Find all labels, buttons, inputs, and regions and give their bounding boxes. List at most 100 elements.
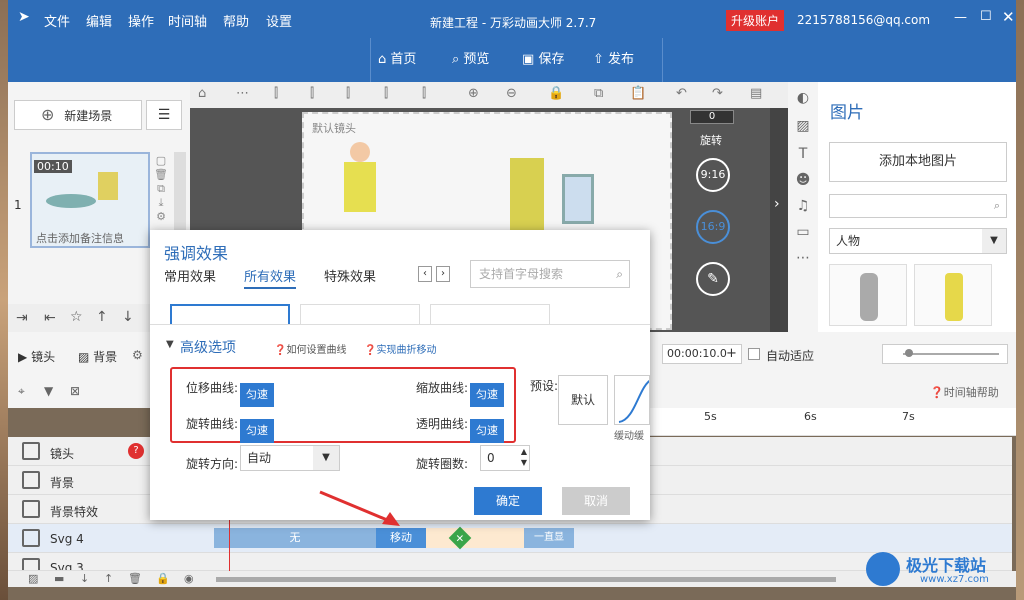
save-button[interactable]: ▣ 保存: [522, 48, 564, 67]
character-icon[interactable]: ☻: [788, 172, 818, 188]
image-search-input[interactable]: ⌕: [829, 194, 1007, 218]
effect-item-2[interactable]: [300, 304, 420, 326]
delete-icon[interactable]: 🗑: [128, 572, 142, 585]
paste-icon[interactable]: 📋: [630, 86, 646, 101]
export-timeline-icon[interactable]: ⊠: [70, 384, 80, 398]
rotate-direction-select[interactable]: 自动 ▼: [240, 445, 340, 471]
curve-help-link[interactable]: ❓如何设置曲线: [274, 341, 346, 356]
character-thumb-2[interactable]: [914, 264, 992, 326]
align-right-icon[interactable]: ⫿: [346, 86, 350, 101]
image-add-icon[interactable]: ▨: [28, 572, 38, 585]
redo-icon[interactable]: ↷: [712, 86, 723, 101]
rotate-value[interactable]: 0: [690, 110, 734, 124]
move-up-icon[interactable]: ↑: [104, 572, 113, 585]
image-icon[interactable]: ▨: [788, 118, 818, 134]
zoom-out-icon[interactable]: ⊖: [506, 86, 517, 101]
zigzag-help-link[interactable]: ❓实现曲折移动: [364, 341, 436, 356]
effect-item-1[interactable]: [170, 304, 290, 326]
add-local-image-button[interactable]: 添加本地图片: [829, 142, 1007, 182]
rotate-curve-button[interactable]: 匀速: [240, 419, 274, 443]
menu-action[interactable]: 操作: [128, 11, 154, 30]
import-icon[interactable]: ⇥: [16, 310, 28, 326]
star-icon[interactable]: ☆: [70, 309, 83, 325]
new-scene-button[interactable]: ⊕ 新建场景: [14, 100, 142, 130]
move-curve-button[interactable]: 匀速: [240, 383, 274, 407]
add-time-icon[interactable]: +: [726, 346, 737, 361]
opacity-curve-button[interactable]: 匀速: [470, 419, 504, 443]
menu-help[interactable]: 帮助: [223, 11, 249, 30]
warning-icon[interactable]: ?: [128, 443, 144, 459]
maximize-icon[interactable]: ☐: [980, 9, 992, 24]
tab-prev-icon[interactable]: ‹: [418, 266, 432, 282]
scene-thumbnail[interactable]: 00:10 点击添加备注信息: [30, 152, 150, 248]
up-arrow-icon[interactable]: ↑: [96, 309, 108, 325]
effect-search-input[interactable]: 支持首字母搜索 ⌕: [470, 260, 630, 288]
effect-tab-icon[interactable]: ⚙: [132, 348, 143, 362]
scene-actions[interactable]: ▢ 🗑 ⧉ ⤓ ⚙: [154, 154, 168, 234]
edit-icon[interactable]: ✎: [696, 262, 730, 296]
close-icon[interactable]: ✕: [1002, 8, 1015, 26]
background-tab[interactable]: ▨ 背景: [78, 348, 117, 365]
export-icon[interactable]: ⇤: [44, 310, 56, 326]
align-center-icon[interactable]: ⫿: [310, 86, 314, 101]
more-icon[interactable]: ⋯: [236, 86, 249, 101]
preset-ease[interactable]: [614, 375, 650, 425]
ok-button[interactable]: 确定: [474, 487, 542, 515]
menu-timeline[interactable]: 时间轴: [168, 11, 207, 30]
menu-file[interactable]: 文件: [44, 11, 70, 30]
home-button[interactable]: ⌂ 首页: [378, 48, 416, 67]
scene-note[interactable]: 点击添加备注信息: [36, 230, 124, 246]
copy-icon[interactable]: ⧉: [594, 86, 603, 101]
undo-icon[interactable]: ↶: [676, 86, 687, 101]
ratio-16-9-button[interactable]: 16:9: [696, 210, 730, 244]
tab-next-icon[interactable]: ›: [436, 266, 450, 282]
character-head[interactable]: [350, 142, 370, 162]
locate-icon[interactable]: ⌖: [18, 384, 25, 399]
more-options-icon[interactable]: ⋯: [788, 250, 818, 266]
lock-layer-icon[interactable]: 🔒: [156, 572, 170, 585]
collapse-triangle-icon[interactable]: ▼: [166, 339, 174, 350]
window[interactable]: [562, 174, 594, 224]
move-down-icon[interactable]: ↓: [80, 572, 89, 585]
zoom-in-icon[interactable]: ⊕: [468, 86, 479, 101]
tab-all-effects[interactable]: 所有效果: [244, 266, 297, 289]
stepper-icon[interactable]: ▲ ▼: [521, 446, 527, 468]
user-email[interactable]: 2215788156@qq.com: [797, 13, 930, 27]
zoom-slider[interactable]: [882, 344, 1008, 364]
shape-icon[interactable]: ◐: [788, 90, 818, 106]
folder-icon[interactable]: ▬: [54, 572, 64, 585]
canvas-settings-icon[interactable]: ▤: [750, 86, 762, 101]
collapse-panel[interactable]: ›: [770, 108, 788, 332]
filter-icon[interactable]: ▼: [44, 384, 53, 398]
text-icon[interactable]: T: [788, 146, 818, 162]
publish-button[interactable]: ⇧ 发布: [593, 48, 634, 67]
align-top-icon[interactable]: ⫿: [384, 86, 388, 101]
character-thumb-1[interactable]: [829, 264, 907, 326]
upgrade-button[interactable]: 升级账户: [726, 10, 785, 31]
playhead[interactable]: [229, 520, 230, 572]
camera-tab[interactable]: ▶ 镜头: [18, 348, 55, 365]
minimize-icon[interactable]: —: [954, 10, 967, 25]
timeline-help-link[interactable]: ❓时间轴帮助: [930, 384, 999, 400]
curtain[interactable]: [510, 158, 544, 238]
character-body[interactable]: [344, 162, 376, 212]
visibility-icon[interactable]: ◉: [184, 572, 194, 585]
distribute-icon[interactable]: ⫿: [422, 86, 426, 101]
preview-button[interactable]: ⌕ 预览: [452, 48, 489, 67]
music-icon[interactable]: ♫: [788, 198, 818, 214]
scale-curve-button[interactable]: 匀速: [470, 383, 504, 407]
cancel-button[interactable]: 取消: [562, 487, 630, 515]
ratio-9-16-button[interactable]: 9:16: [696, 158, 730, 192]
effect-item-3[interactable]: [430, 304, 550, 326]
add-keyframe-icon[interactable]: +: [448, 526, 472, 550]
category-select[interactable]: 人物 ▼: [829, 228, 1007, 254]
bar-always-show[interactable]: 一直显: [524, 528, 574, 548]
tab-special-effects[interactable]: 特殊效果: [324, 266, 376, 285]
rotate-turns-input[interactable]: 0 ▲ ▼: [480, 445, 530, 471]
down-arrow-icon[interactable]: ↓: [122, 309, 134, 325]
menu-settings[interactable]: 设置: [266, 11, 292, 30]
tab-common-effects[interactable]: 常用效果: [164, 266, 216, 285]
horizontal-scrollbar[interactable]: [216, 577, 836, 582]
preset-default[interactable]: 默认: [558, 375, 608, 425]
comment-icon[interactable]: ▭: [788, 224, 818, 240]
